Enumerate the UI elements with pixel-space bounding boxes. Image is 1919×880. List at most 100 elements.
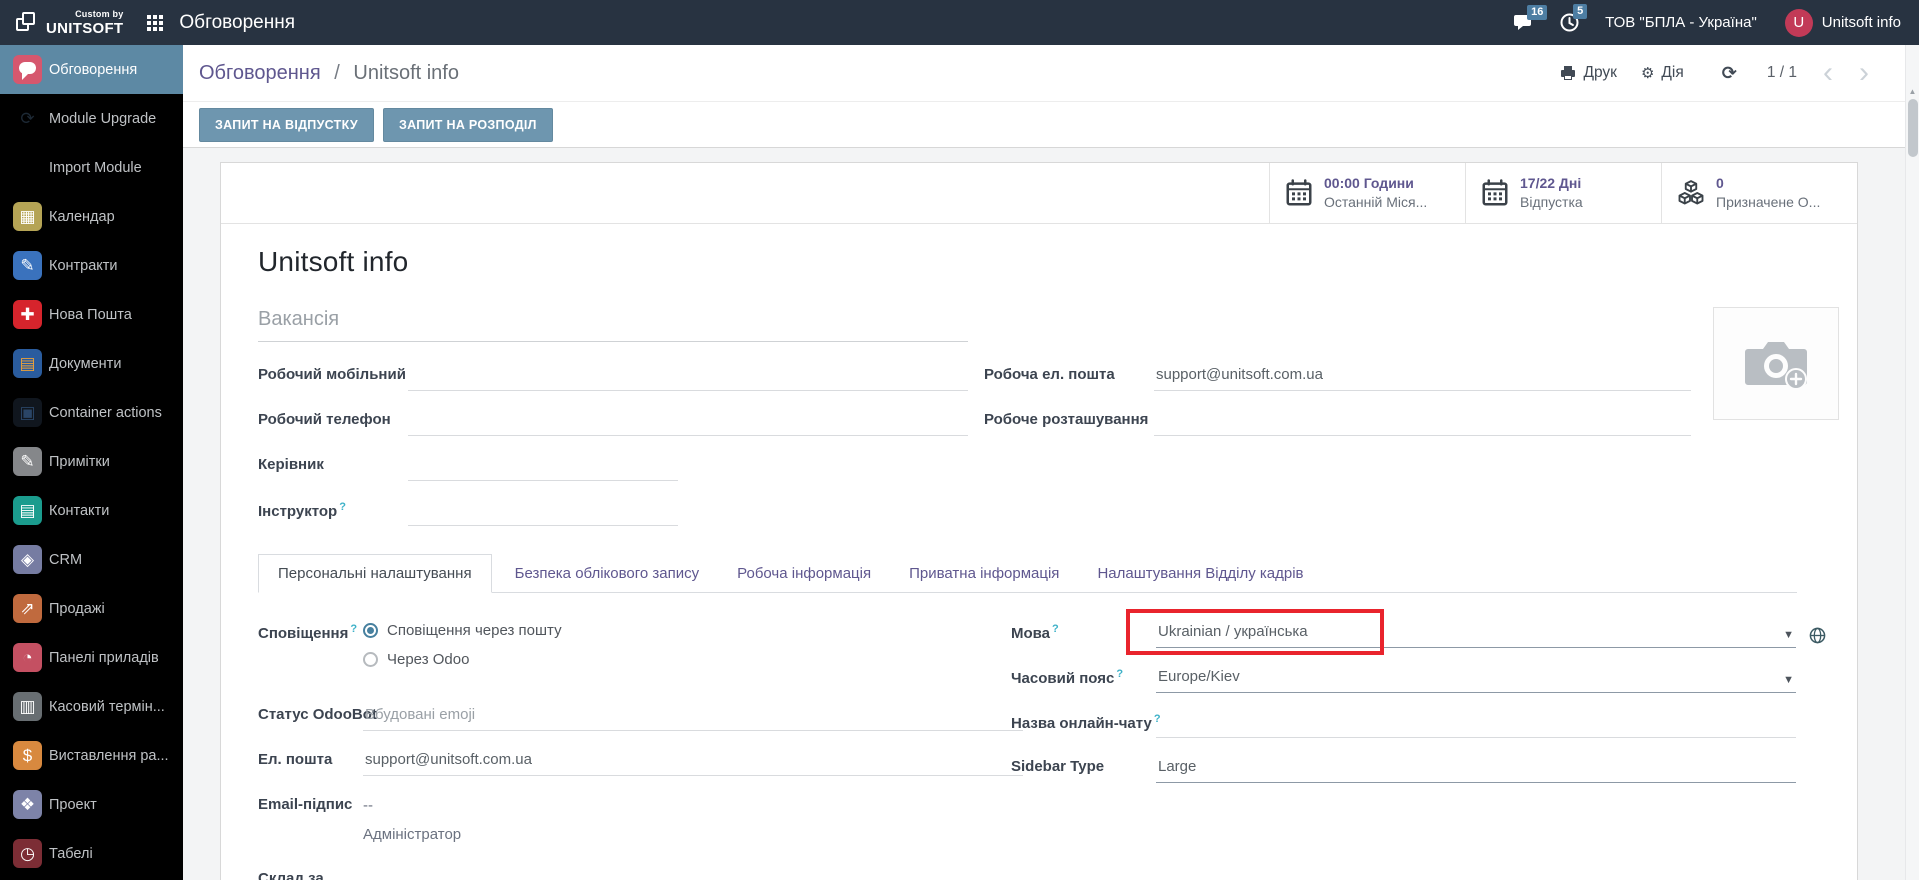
work-email-input[interactable]: support@unitsoft.com.ua — [1154, 362, 1691, 391]
sidebar-item-sales[interactable]: ⇗ Продажі — [0, 584, 183, 633]
coach-input[interactable] — [408, 497, 678, 526]
refresh-icon[interactable]: ⟳ — [1722, 63, 1737, 84]
notification-radio-option[interactable]: Сповіщення через пошту — [363, 622, 562, 639]
notification-radio-option[interactable]: Через Odoo — [363, 651, 562, 668]
control-panel: Обговорення / Unitsoft info Друк ⚙ Дія ⟳… — [183, 45, 1905, 148]
stat-label: Останній Міся... — [1324, 194, 1428, 210]
sidebar-item-label: Import Module — [49, 159, 142, 176]
stat-label: Відпустка — [1520, 194, 1583, 210]
sidebar-item-invoicing[interactable]: $ Виставлення ра... — [0, 731, 183, 780]
field-row: Мова? Ukrainian / українська ▼ — [1011, 609, 1826, 655]
field-row: Склад за — [258, 866, 1011, 880]
sidebar-item-nova-poshta[interactable]: ✚ Нова Пошта — [0, 290, 183, 339]
work-location-input[interactable] — [1154, 407, 1691, 436]
company-switcher[interactable]: ТОВ "БПЛА - Україна" — [1605, 14, 1757, 31]
breadcrumb-link[interactable]: Обговорення — [199, 62, 321, 84]
email-signature-label: Email-підпис — [258, 796, 353, 813]
app-title[interactable]: Обговорення — [179, 12, 295, 34]
discuss-icon — [13, 55, 42, 84]
unitsoft-logo-icon — [16, 11, 38, 34]
sidebar-item-label: Контакти — [49, 502, 110, 519]
sidebar-item-discuss[interactable]: Обговорення — [0, 45, 183, 94]
sales-icon: ⇗ — [13, 594, 42, 623]
email-signature-input[interactable]: -- Адміністратор — [363, 792, 461, 844]
work-phone-label: Робочий телефон — [258, 411, 391, 428]
notes-icon: ✎ — [13, 447, 42, 476]
sidebar-item-module-upgrade[interactable]: ⟳ Module Upgrade — [0, 94, 183, 143]
sidebar-item-crm[interactable]: ◈ CRM — [0, 535, 183, 584]
breadcrumb-current: Unitsoft info — [353, 61, 459, 84]
email-input[interactable]: support@unitsoft.com.ua — [363, 747, 1023, 776]
warehouse-label: Склад за — [258, 870, 324, 880]
language-select[interactable]: Ukrainian / українська ▼ — [1126, 609, 1826, 655]
chat-name-label: Назва онлайн-чату? — [1011, 713, 1161, 732]
sidebar-item-documents[interactable]: ▤ Документи — [0, 339, 183, 388]
field-row: Ел. пошта support@unitsoft.com.ua — [258, 747, 1023, 780]
nova-poshta-icon: ✚ — [13, 300, 42, 329]
chevron-down-icon: ▼ — [1783, 674, 1794, 686]
app-root: Custom by UNITSOFT Обговорення 16 5 ТОВ … — [0, 0, 1919, 880]
sidebar-item-label: Касовий термін... — [49, 698, 165, 715]
work-mobile-input[interactable] — [408, 362, 968, 391]
leave-request-button[interactable]: ЗАПИТ НА ВІДПУСТКУ — [199, 107, 374, 142]
gear-icon: ⚙ — [1640, 65, 1655, 82]
messages-badge: 16 — [1527, 4, 1548, 20]
user-menu[interactable]: U Unitsoft info — [1784, 8, 1919, 37]
employee-photo-placeholder[interactable] — [1713, 307, 1839, 420]
help-icon: ? — [339, 501, 346, 513]
activities-button[interactable]: 5 — [1560, 4, 1588, 32]
email-label: Ел. пошта — [258, 751, 333, 768]
odoobot-status-input[interactable]: Вбудовані emoji — [363, 702, 1023, 731]
job-position-placeholder: Вакансія — [258, 308, 340, 330]
chat-name-input[interactable] — [1156, 709, 1796, 738]
tab-2[interactable]: Безпека облікового запису — [500, 555, 715, 592]
vertical-scrollbar[interactable]: ▲ — [1905, 45, 1919, 880]
calendar-icon: ▦ — [13, 202, 42, 231]
unitsoft-logo[interactable]: Custom by UNITSOFT — [0, 0, 137, 45]
scrollbar-thumb[interactable] — [1907, 99, 1918, 157]
stat-button[interactable]: 17/22 Дні Відпустка — [1465, 163, 1661, 223]
stat-button[interactable]: 00:00 Години Останній Міся... — [1269, 163, 1465, 223]
sidebar-item-contracts[interactable]: ✎ Контракти — [0, 241, 183, 290]
record-title[interactable]: Unitsoft info — [258, 246, 1797, 278]
sidebar-item-timesheets[interactable]: ◷ Табелі — [0, 829, 183, 878]
timezone-label: Часовий пояс? — [1011, 668, 1124, 687]
radio-option-label: Через Odoo — [387, 651, 470, 668]
stat-value: 17/22 Дні — [1520, 175, 1582, 192]
sidebar-type-select[interactable]: Large — [1156, 754, 1796, 783]
messages-button[interactable]: 16 — [1514, 4, 1548, 32]
stat-button[interactable]: 0 Призначене О... — [1661, 163, 1857, 223]
pager-next-button[interactable]: › — [1859, 58, 1869, 88]
action-button[interactable]: ⚙ Дія — [1641, 64, 1684, 82]
breadcrumb-separator: / — [334, 61, 340, 84]
sidebar-item-calendar[interactable]: ▦ Календар — [0, 192, 183, 241]
allocation-request-button[interactable]: ЗАПИТ НА РОЗПОДІЛ — [382, 107, 553, 142]
language-label: Мова? — [1011, 623, 1059, 642]
pager-previous-button[interactable]: ‹ — [1823, 58, 1833, 88]
timezone-select[interactable]: Europe/Kiev ▼ — [1156, 664, 1796, 693]
sidebar-item-dashboards[interactable]: ◔ Панелі приладів — [0, 633, 183, 682]
manager-input[interactable] — [408, 452, 678, 481]
logo-custom-by: Custom by — [75, 8, 124, 19]
sidebar-item-contacts[interactable]: ▤ Контакти — [0, 486, 183, 535]
job-position-field[interactable]: Вакансія — [258, 308, 968, 342]
work-phone-input[interactable] — [408, 407, 968, 436]
tab-4[interactable]: Приватна інформація — [894, 555, 1074, 592]
tab-3[interactable]: Робоча інформація — [722, 555, 886, 592]
sidebar-item-notes[interactable]: ✎ Примітки — [0, 437, 183, 486]
sidebar-item-label: Container actions — [49, 404, 162, 421]
sidebar-item-container-actions[interactable]: ▣ Container actions — [0, 388, 183, 437]
tab-5[interactable]: Налаштування Відділу кадрів — [1082, 555, 1318, 592]
scroll-up-icon[interactable]: ▲ — [1906, 45, 1919, 96]
work-location-label: Робоче розташування — [984, 411, 1149, 428]
apps-grid-icon[interactable] — [147, 14, 164, 31]
sidebar-item-point-of-sale[interactable]: ▥ Касовий термін... — [0, 682, 183, 731]
tab-1[interactable]: Персональні налаштування — [258, 554, 492, 593]
sidebar-item-project[interactable]: ❖ Проект — [0, 780, 183, 829]
sidebar-item-import-module[interactable]: Import Module — [0, 143, 183, 192]
globe-icon[interactable] — [1809, 627, 1826, 644]
print-button[interactable]: Друк — [1560, 64, 1617, 82]
point-of-sale-icon: ▥ — [13, 692, 42, 721]
pager-count: 1 / 1 — [1766, 64, 1797, 81]
field-row: Інструктор? — [258, 497, 968, 530]
